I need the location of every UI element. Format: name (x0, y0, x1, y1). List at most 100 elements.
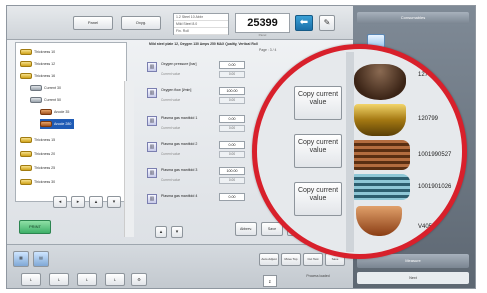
l-button-4[interactable]: L (105, 273, 125, 286)
copy-button-label: Copy current value (297, 187, 339, 202)
param-value-field[interactable]: 100.00 (219, 87, 245, 95)
param-label: Oxygen flow [l/min] (161, 88, 192, 92)
copy-current-value-button-magnified[interactable]: Copy current value (294, 86, 342, 120)
magnified-part-label: 120799 (418, 116, 439, 122)
cut-test-button[interactable]: Cut Test (303, 253, 323, 266)
torch-icon (20, 73, 32, 80)
grid-view-button[interactable]: ▦ (13, 251, 29, 267)
l-button-label: L (113, 277, 117, 282)
torch-icon (20, 61, 32, 68)
nav-up-button[interactable]: ▴ (89, 196, 103, 208)
magnified-part-label: V4050 (418, 224, 436, 230)
copy-button-label: Copy current value (297, 139, 339, 154)
tree-nav: ◂ ▸ ▴ ▾ (53, 196, 153, 210)
tree-item[interactable]: Anode 35 (40, 107, 69, 117)
magnified-part-label: 1001990527 (418, 152, 452, 158)
layout-view-button[interactable]: ▤ (33, 251, 49, 267)
book-icon[interactable]: ▥ (147, 142, 157, 152)
param-value-field[interactable]: 0.00 (219, 61, 245, 69)
l-button-2[interactable]: L (49, 273, 69, 286)
param-sublabel: Current value (161, 98, 181, 102)
gas-select-label: Oxyg. (135, 20, 147, 25)
param-label: Plasma gas manifold 3 (161, 168, 198, 172)
param-current-value: 0.00 (219, 125, 245, 132)
right-icon: ▸ (76, 199, 80, 205)
tree-scrollbar[interactable] (124, 81, 134, 237)
auto-adjust-button[interactable]: Auto Adjust (259, 253, 279, 266)
auto-adjust-label: Auto Adjust (261, 257, 277, 261)
book-icon[interactable]: ▥ (147, 168, 157, 178)
info-grid-row: Mild Steel 8.0 (174, 21, 228, 28)
l-button-1[interactable]: L (21, 273, 41, 286)
nozzle-icon (40, 109, 52, 116)
magnified-cap-image (348, 174, 410, 200)
arrow-left-icon: ⬅ (299, 17, 309, 28)
tree-item[interactable]: Current 50 (30, 95, 61, 105)
nav-right-button[interactable]: ▸ (71, 196, 85, 208)
param-label: Plasma gas manifold 2 (161, 142, 198, 146)
nozzle-icon (40, 121, 52, 128)
l-button-label: L (57, 277, 61, 282)
tree-item-selected[interactable]: Anode 280 (40, 119, 75, 129)
print-button[interactable]: PRINT (19, 220, 51, 234)
tree-item[interactable]: Thickness 10 (20, 47, 55, 57)
magnified-consumables: Copy current value Copy current value Co… (257, 49, 462, 254)
param-current-value: 0.00 (219, 151, 245, 158)
magnified-nozzle-image (354, 64, 406, 100)
param-current-value: 0.00 (219, 97, 245, 104)
tree-item[interactable]: Thickness 15 (20, 135, 55, 145)
tool-button[interactable]: ⚙ (131, 273, 147, 286)
tree-item[interactable]: Thickness 12 (20, 59, 55, 69)
param-value-field[interactable]: 100.00 (219, 167, 245, 175)
counter-caption: Panel (258, 33, 267, 37)
page-up-button[interactable]: ▴ (155, 226, 167, 238)
move-top-button[interactable]: Move Top (281, 253, 301, 266)
param-label: Plasma gas manifold 1 (161, 116, 198, 120)
book-icon[interactable]: ▥ (147, 62, 157, 72)
next-label: Next (409, 276, 417, 280)
gas-select-button[interactable]: Oxyg. (121, 16, 161, 30)
sidebar-header: Consumables (357, 12, 469, 24)
back-button[interactable]: ⬅ (295, 15, 313, 31)
up-icon: ▴ (94, 199, 98, 205)
param-value-field[interactable]: 0.00 (219, 115, 245, 123)
next-button[interactable]: Next (357, 272, 469, 284)
tree-item[interactable]: Thickness 30 (20, 177, 55, 187)
magnifier-callout: Copy current value Copy current value Co… (252, 44, 467, 259)
electrode-icon (30, 85, 42, 92)
page-down-button[interactable]: ▾ (171, 226, 183, 238)
counter-display: 25399 (235, 13, 290, 33)
param-value-field[interactable]: 0.00 (219, 141, 245, 149)
tree-item-label: Thickness 15 (34, 138, 56, 142)
print-button-label: PRINT (29, 224, 41, 229)
down-icon: ▾ (112, 199, 116, 205)
param-sublabel: Current value (161, 72, 181, 76)
abbrev-button[interactable]: Abbrev. (235, 222, 257, 236)
tree-item[interactable]: Thickness 16 (20, 71, 55, 81)
app-screen: Panel Oxyg. 1.2 Steel 10 Abbr Mild Steel… (6, 5, 476, 289)
l-button-3[interactable]: L (77, 273, 97, 286)
copy-current-value-button-magnified[interactable]: Copy current value (294, 182, 342, 216)
param-value-field[interactable]: 0.00 (219, 193, 245, 201)
tree-item[interactable]: Current 30 (30, 83, 61, 93)
nav-down-button[interactable]: ▾ (107, 196, 121, 208)
tree-item-label: Anode 280 (54, 122, 72, 126)
down-icon: ▾ (175, 229, 179, 235)
copy-current-value-button-magnified[interactable]: Copy current value (294, 134, 342, 168)
tree-item[interactable]: Thickness 25 (20, 163, 55, 173)
sum-button[interactable]: Σ (263, 275, 277, 287)
tree-item[interactable]: Thickness 20 (20, 149, 55, 159)
book-icon[interactable]: ▥ (147, 194, 157, 204)
tree-item-label: Thickness 30 (34, 180, 56, 184)
param-current-value: 0.00 (219, 71, 245, 78)
panel-select-button[interactable]: Panel (73, 16, 113, 30)
book-icon[interactable]: ▥ (147, 88, 157, 98)
book-icon[interactable]: ▥ (147, 116, 157, 126)
save-bottom-label: Save (331, 257, 339, 261)
edit-button[interactable]: ✎ (319, 15, 335, 31)
nav-left-button[interactable]: ◂ (53, 196, 67, 208)
tree-item-label: Anode 35 (54, 110, 70, 114)
tree-item-label: Current 50 (44, 98, 61, 102)
param-sublabel: Current value (161, 178, 181, 182)
torch-icon (20, 179, 32, 186)
